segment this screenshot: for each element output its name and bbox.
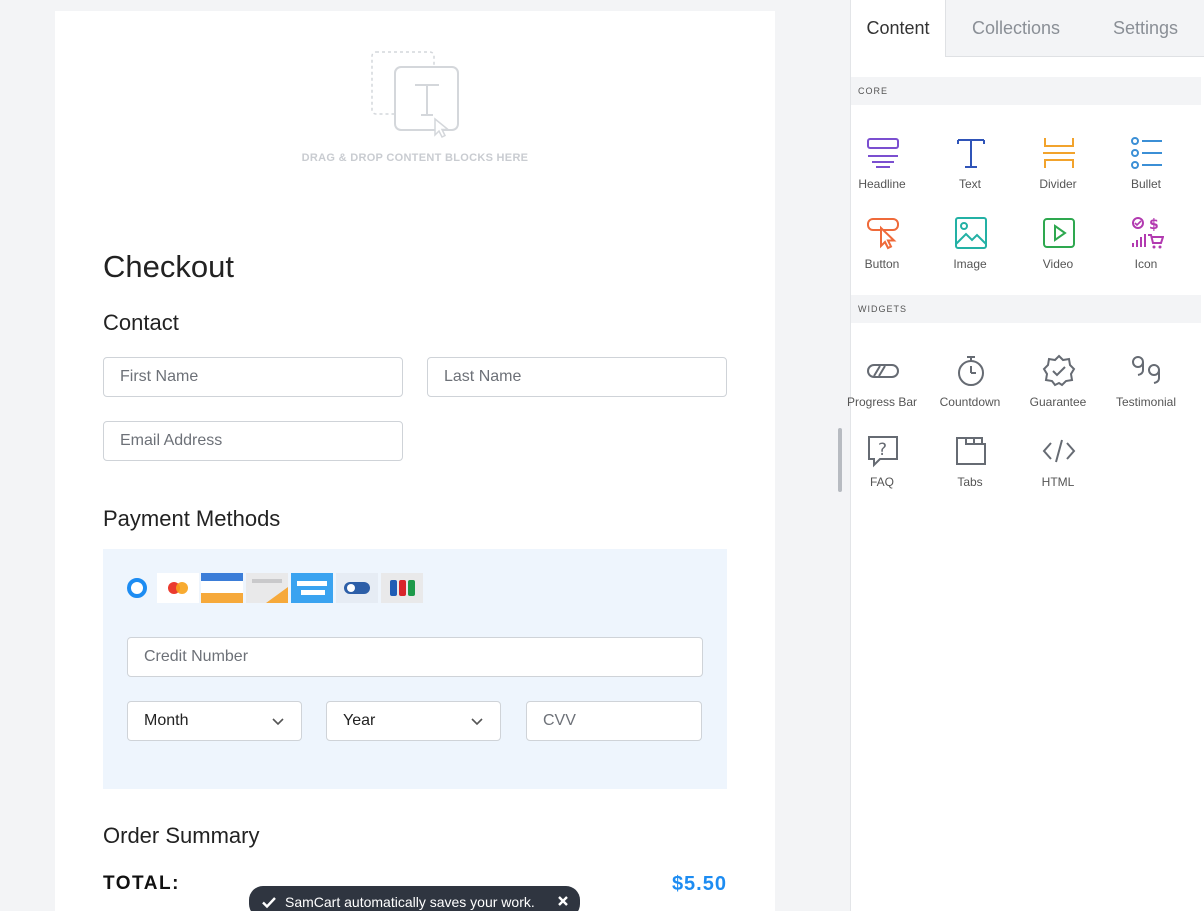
- tab-collections[interactable]: Collections: [946, 0, 1086, 57]
- guarantee-icon: [1042, 354, 1076, 387]
- block-label: Headline: [858, 177, 906, 191]
- block-tabs[interactable]: Tabs: [926, 434, 1014, 504]
- page-canvas: DRAG & DROP CONTENT BLOCKS HERE Checkout…: [0, 0, 850, 911]
- testimonial-icon: [1132, 356, 1160, 384]
- tabs-divider: [945, 56, 1204, 57]
- drop-zone-text: DRAG & DROP CONTENT BLOCKS HERE: [301, 152, 529, 164]
- video-icon: [1043, 218, 1075, 248]
- contact-title: Contact: [103, 310, 179, 335]
- card-payment-radio[interactable]: [127, 578, 147, 598]
- block-label: Icon: [1134, 257, 1158, 271]
- panel-tabs: Content Collections Settings: [851, 0, 1204, 57]
- block-image[interactable]: Image: [926, 216, 1014, 286]
- html-icon: [1042, 439, 1076, 463]
- autosave-toast: SamCart automatically saves your work.: [249, 886, 580, 911]
- chevron-down-icon: [272, 718, 284, 726]
- block-countdown[interactable]: Countdown: [926, 354, 1014, 424]
- image-icon: [955, 217, 987, 249]
- content-panel: Content Collections Settings CORE Headli…: [847, 0, 1204, 911]
- mastercard-icon: [157, 573, 199, 603]
- block-icon[interactable]: $ Icon: [1102, 216, 1190, 286]
- block-guarantee[interactable]: Guarantee: [1014, 354, 1102, 424]
- block-faq[interactable]: ? FAQ: [838, 434, 926, 504]
- chevron-down-icon: [471, 718, 483, 726]
- svg-text:$: $: [1149, 217, 1159, 233]
- check-icon: [262, 897, 276, 909]
- countdown-icon: [958, 356, 984, 386]
- checkout-section: Checkout Contact First Name Last Name Em…: [55, 213, 775, 911]
- widgets-section-title: WIDGETS: [851, 295, 1201, 323]
- payment-box: Credit Number Month Year CVV: [103, 549, 727, 789]
- first-name-field[interactable]: First Name: [103, 357, 403, 397]
- headline-icon: [867, 138, 899, 168]
- total-value: $5.50: [671, 873, 727, 895]
- block-label: Tabs: [957, 475, 983, 489]
- total-label: TOTAL:: [103, 873, 180, 894]
- block-label: Text: [958, 177, 981, 191]
- faq-icon: ?: [868, 436, 898, 468]
- block-button[interactable]: Button: [838, 216, 926, 286]
- button-icon: [867, 218, 899, 250]
- toggle-card-icon: [336, 573, 378, 603]
- block-label: Testimonial: [1115, 395, 1177, 409]
- card-blue-orange-icon: [201, 573, 243, 603]
- block-label: Countdown: [939, 395, 1001, 409]
- block-label: Image: [953, 257, 987, 271]
- drop-zone[interactable]: DRAG & DROP CONTENT BLOCKS HERE: [55, 11, 775, 213]
- block-html[interactable]: HTML: [1014, 434, 1102, 504]
- icon-icon: $: [1132, 217, 1164, 249]
- core-section-title: CORE: [851, 77, 1201, 105]
- block-label: FAQ: [869, 475, 894, 489]
- block-headline[interactable]: Headline: [838, 136, 926, 206]
- tab-settings[interactable]: Settings: [1086, 0, 1204, 57]
- block-testimonial[interactable]: Testimonial: [1102, 354, 1190, 424]
- text-icon: [957, 139, 985, 168]
- card-lightblue-icon: [291, 573, 333, 603]
- block-bullet[interactable]: Bullet: [1102, 136, 1190, 206]
- checkout-title: Checkout: [103, 249, 234, 284]
- bullet-icon: [1131, 137, 1162, 169]
- payment-methods-title: Payment Methods: [103, 506, 281, 531]
- svg-text:?: ?: [878, 440, 887, 460]
- month-select-value: Month: [144, 712, 189, 729]
- block-label: Guarantee: [1029, 395, 1087, 409]
- last-name-field[interactable]: Last Name: [427, 357, 727, 397]
- block-text[interactable]: Text: [926, 136, 1014, 206]
- text-block-drop-icon: [371, 51, 459, 139]
- block-label: Button: [864, 257, 900, 271]
- jcb-icon: [381, 573, 423, 603]
- block-label: HTML: [1041, 475, 1075, 489]
- block-label: Progress Bar: [846, 395, 918, 409]
- block-label: Video: [1042, 257, 1074, 271]
- credit-number-field[interactable]: Credit Number: [127, 637, 703, 677]
- divider-icon: [1043, 138, 1075, 168]
- toast-message: SamCart automatically saves your work.: [285, 894, 535, 910]
- block-divider[interactable]: Divider: [1014, 136, 1102, 206]
- block-label: Divider: [1039, 177, 1077, 191]
- year-select-value: Year: [343, 712, 376, 729]
- tab-content[interactable]: Content: [851, 0, 946, 57]
- block-progress-bar[interactable]: Progress Bar: [838, 354, 926, 424]
- year-select[interactable]: Year: [326, 701, 501, 741]
- month-select[interactable]: Month: [127, 701, 302, 741]
- block-label: Bullet: [1130, 177, 1162, 191]
- close-icon[interactable]: [556, 894, 570, 908]
- email-field[interactable]: Email Address: [103, 421, 403, 461]
- block-video[interactable]: Video: [1014, 216, 1102, 286]
- progress-bar-icon: [867, 364, 899, 378]
- tabs-icon: [956, 437, 986, 465]
- cvv-field[interactable]: CVV: [526, 701, 702, 741]
- order-summary-title: Order Summary: [103, 823, 260, 848]
- card-gray-icon: [246, 573, 288, 603]
